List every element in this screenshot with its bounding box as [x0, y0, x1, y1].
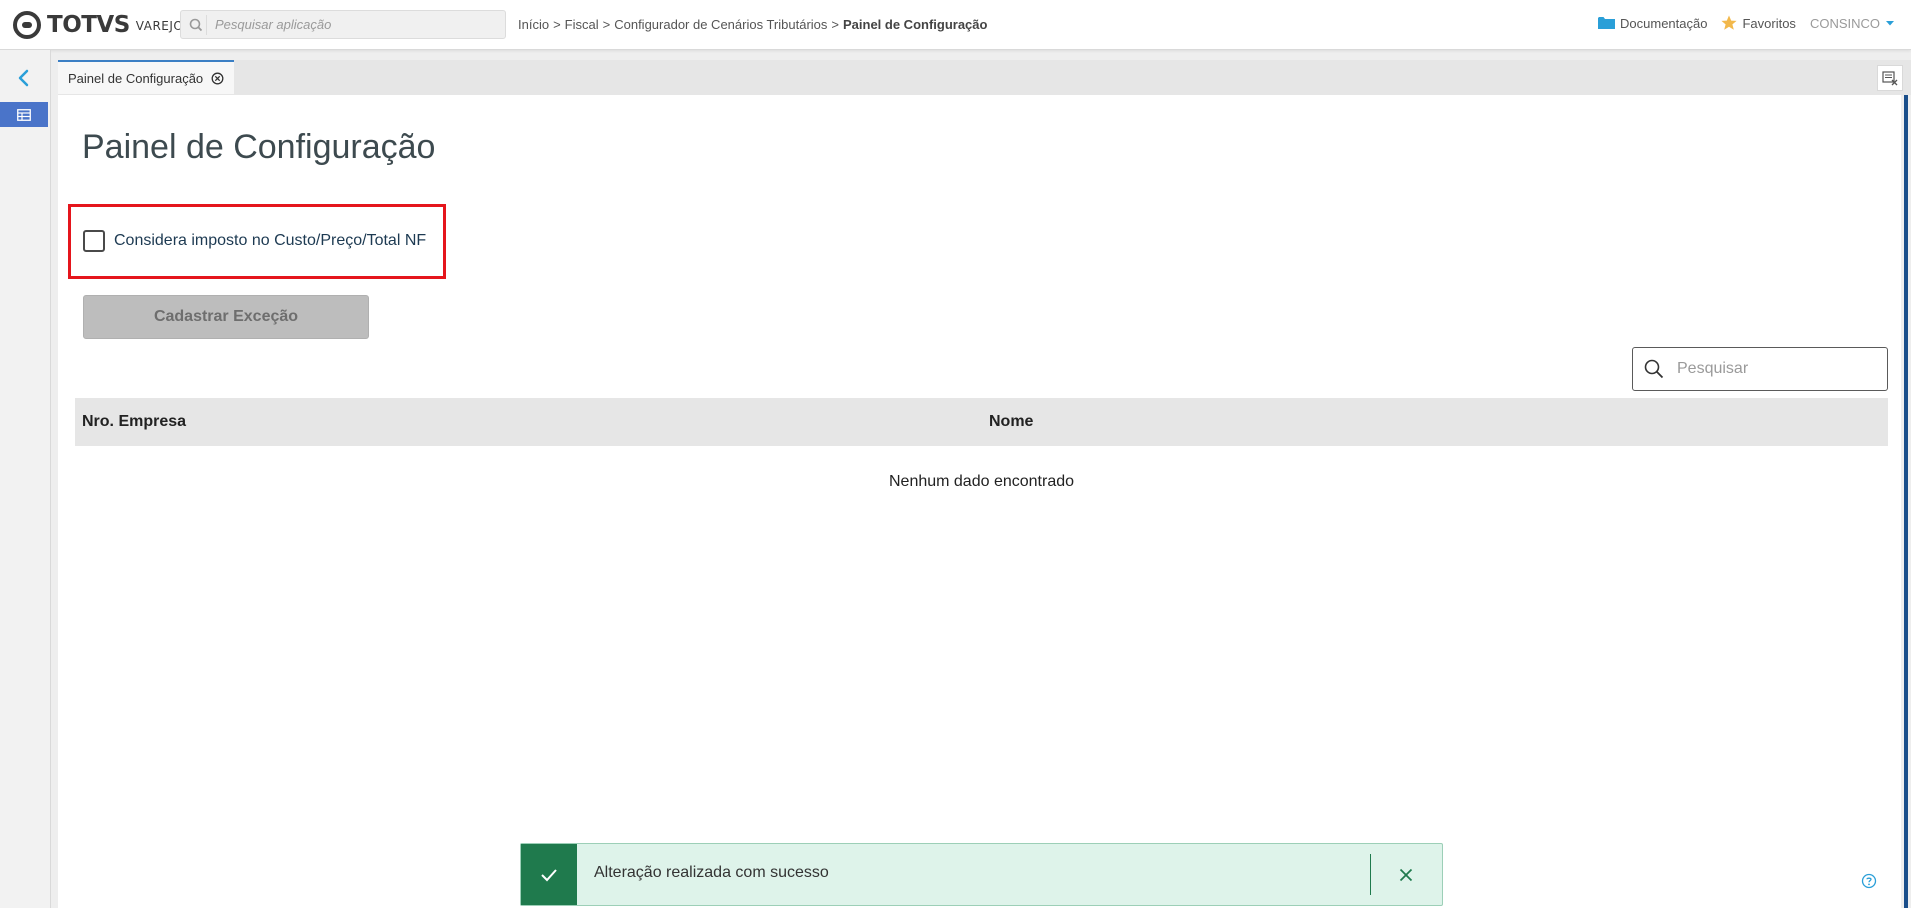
app-search-input[interactable]: Pesquisar aplicação — [180, 10, 506, 39]
sidebar — [0, 50, 51, 908]
page-title: Painel de Configuração — [82, 128, 436, 166]
considera-imposto-checkbox-row[interactable]: Considera imposto no Custo/Preço/Total N… — [83, 230, 426, 252]
scrollbar[interactable] — [1904, 95, 1908, 908]
user-name: CONSINCO — [1809, 15, 1880, 31]
close-tabs-icon — [1882, 71, 1898, 86]
toast-divider — [1370, 854, 1371, 895]
totvs-logo[interactable]: TOTVS VAREJO — [13, 10, 183, 39]
breadcrumb-separator: > — [553, 17, 561, 32]
sidebar-item-active[interactable] — [0, 102, 48, 127]
breadcrumb-separator: > — [831, 17, 839, 32]
table-header: Nro. Empresa Nome — [75, 398, 1888, 446]
caret-down-icon — [1886, 21, 1894, 26]
documentation-label: Documentação — [1620, 15, 1708, 31]
table-search-input[interactable]: Pesquisar — [1632, 347, 1888, 391]
success-toast: Alteração realizada com sucesso — [520, 843, 1443, 906]
chevron-left-icon[interactable] — [12, 66, 36, 90]
column-header-nro-empresa[interactable]: Nro. Empresa — [82, 413, 186, 431]
considera-imposto-label[interactable]: Considera imposto no Custo/Preço/Total N… — [114, 232, 426, 250]
table-icon — [17, 108, 31, 121]
folder-icon — [1598, 17, 1616, 29]
logo-brand: TOTVS — [47, 11, 130, 38]
top-right-links: Documentação Favoritos CONSINCO — [1584, 15, 1895, 31]
close-icon — [1399, 868, 1413, 882]
tab-painel-configuracao[interactable]: Painel de Configuração — [58, 60, 235, 94]
breadcrumb-item-inicio[interactable]: Início — [518, 17, 549, 32]
documentation-link[interactable]: Documentação — [1598, 16, 1707, 31]
user-menu[interactable]: CONSINCO — [1810, 16, 1895, 31]
close-circle-icon[interactable] — [211, 72, 224, 85]
tab-strip: Painel de Configuração — [58, 60, 1911, 95]
breadcrumb-item-configurador[interactable]: Configurador de Cenários Tributários — [614, 17, 827, 32]
breadcrumb-item-fiscal[interactable]: Fiscal — [565, 17, 599, 32]
check-icon — [541, 868, 557, 881]
toast-message: Alteração realizada com sucesso — [594, 864, 829, 881]
tab-label: Painel de Configuração — [68, 70, 204, 86]
toast-close-button[interactable] — [1393, 862, 1419, 888]
considera-imposto-checkbox[interactable] — [83, 230, 105, 252]
cadastrar-excecao-button[interactable]: Cadastrar Exceção — [83, 295, 369, 339]
favorites-label: Favoritos — [1742, 15, 1796, 31]
search-icon — [1644, 359, 1664, 379]
top-bar: TOTVS VAREJO Pesquisar aplicação Início >… — [0, 0, 1911, 50]
toast-status — [521, 844, 577, 905]
table-empty-message: Nenhum dado encontrado — [888, 473, 1075, 490]
totvs-logo-icon — [13, 10, 41, 39]
breadcrumb-separator: > — [602, 17, 611, 32]
breadcrumb-current: Painel de Configuração — [842, 17, 988, 32]
app-search-placeholder: Pesquisar aplicação — [215, 17, 332, 32]
breadcrumb: Início > Fiscal > Configurador de Cenários T… — [518, 17, 987, 32]
favorites-link[interactable]: Favoritos — [1721, 15, 1796, 31]
column-header-nome[interactable]: Nome — [989, 413, 1033, 431]
logo-product: VAREJO — [135, 19, 184, 33]
table-search-placeholder: Pesquisar — [1677, 360, 1749, 377]
help-icon[interactable] — [1861, 873, 1877, 889]
close-tabs-button[interactable] — [1877, 65, 1903, 91]
star-icon — [1721, 15, 1738, 30]
search-icon — [189, 15, 207, 35]
